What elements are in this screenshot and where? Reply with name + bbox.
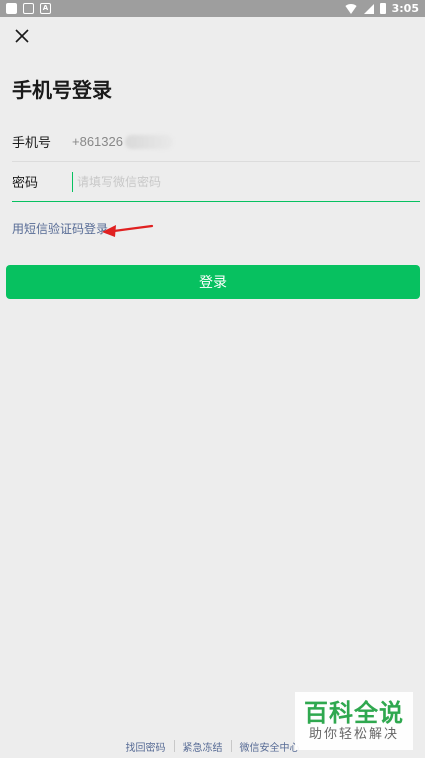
footer-link-emergency-freeze[interactable]: 紧急冻结 [175, 739, 231, 754]
app-icon [6, 3, 17, 14]
status-right: 3:05 [343, 2, 419, 15]
status-bar: A 3:05 [0, 0, 425, 17]
phone-value: +861326 [72, 134, 123, 149]
watermark-main: 百科全说 [304, 699, 404, 727]
wifi-icon [343, 3, 358, 14]
status-time: 3:05 [391, 2, 419, 15]
login-button[interactable]: 登录 [6, 265, 420, 299]
close-button[interactable] [12, 26, 32, 46]
watermark: 百科全说 助你轻松解决 [295, 692, 413, 750]
annotation-arrow [102, 224, 154, 237]
sms-login-link[interactable]: 用短信验证码登录 [12, 220, 108, 237]
close-icon [15, 29, 29, 43]
footer-link-find-password[interactable]: 找回密码 [118, 739, 174, 754]
page-title: 手机号登录 [12, 78, 112, 102]
phone-blur-mask [124, 134, 173, 149]
password-input[interactable] [72, 171, 372, 192]
password-field-row: 密码 [12, 162, 420, 202]
a-icon: A [40, 3, 51, 14]
password-label: 密码 [12, 176, 39, 191]
watermark-sub: 助你轻松解决 [308, 727, 399, 742]
image-icon [23, 3, 34, 14]
phone-label: 手机号 [12, 136, 52, 151]
phone-field-row[interactable]: 手机号 +861326 [12, 122, 420, 162]
battery-icon [379, 3, 386, 14]
status-left: A [6, 3, 51, 14]
signal-icon [363, 3, 374, 14]
